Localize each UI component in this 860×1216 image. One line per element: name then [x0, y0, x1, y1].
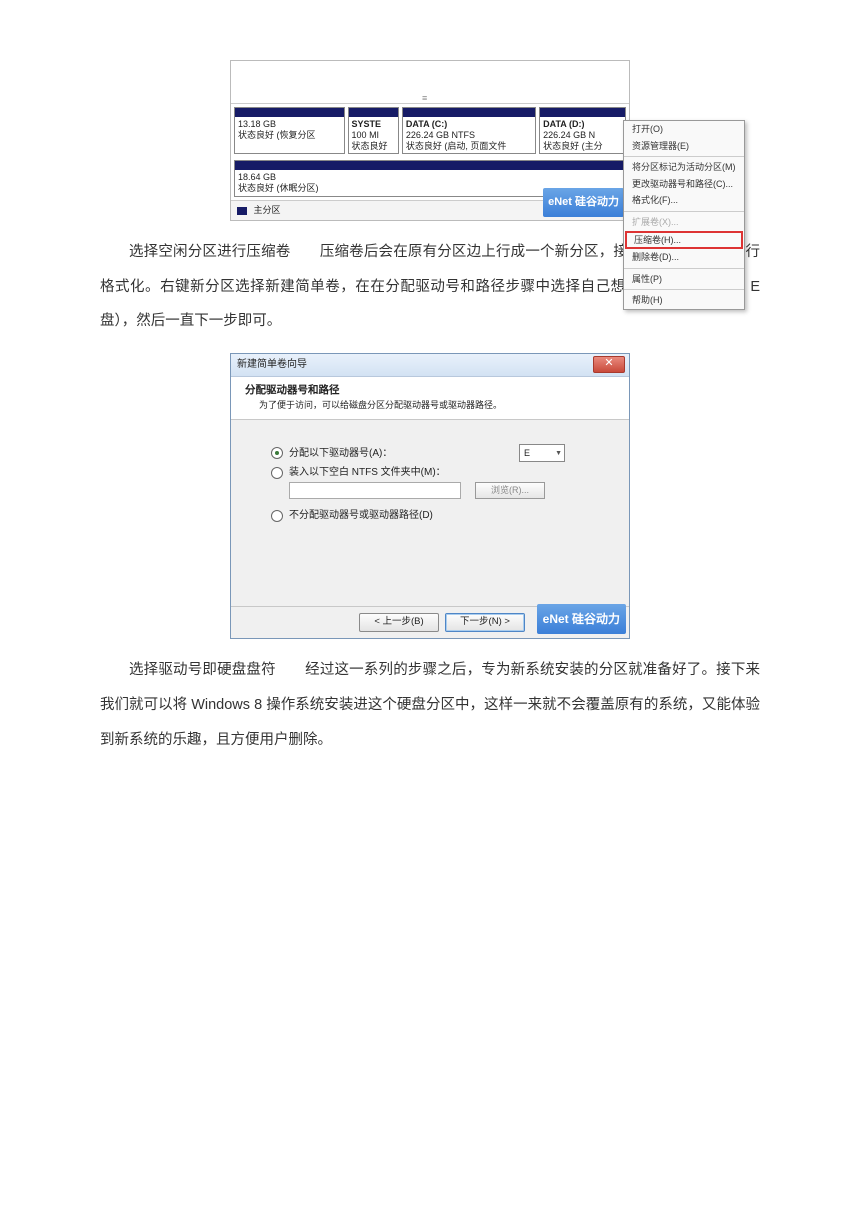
radio-row-none[interactable]: 不分配驱动器号或驱动器路径(D) [271, 509, 605, 523]
back-button[interactable]: < 上一步(B) [359, 613, 439, 632]
partition-system[interactable]: SYSTE 100 MI 状态良好 [348, 107, 399, 154]
wizard-body: 分配以下驱动器号(A)： E ▼ 装入以下空白 NTFS 文件夹中(M)： 浏览… [231, 420, 629, 606]
mount-path-input[interactable] [289, 482, 461, 499]
radio-row-mount[interactable]: 装入以下空白 NTFS 文件夹中(M)： [271, 466, 605, 480]
menu-item: 扩展卷(X)... [624, 214, 744, 231]
chevron-down-icon: ▼ [555, 449, 562, 458]
partition-size: 100 MI [352, 130, 395, 141]
partition-status: 状态良好 (主分 [543, 141, 622, 152]
radio-row-assign[interactable]: 分配以下驱动器号(A)： E ▼ [271, 444, 605, 462]
partition-size: 226.24 GB N [543, 130, 622, 141]
context-menu: 打开(O)资源管理器(E) 将分区标记为活动分区(M)更改驱动器号和路径(C)..… [623, 120, 745, 310]
partition-data-c[interactable]: DATA (C:) 226.24 GB NTFS 状态良好 (启动, 页面文件 [402, 107, 536, 154]
menu-separator [624, 289, 744, 290]
disk-row-0: 13.18 GB 状态良好 (恢复分区 SYSTE 100 MI 状态良好 DA… [231, 104, 629, 157]
menu-separator [624, 211, 744, 212]
menu-separator [624, 268, 744, 269]
partition-data-d[interactable]: DATA (D:) 226.24 GB N 状态良好 (主分 [539, 107, 626, 154]
next-button[interactable]: 下一步(N) > [445, 613, 525, 632]
partition-size: 18.64 GB [238, 172, 622, 183]
drive-letter-select[interactable]: E ▼ [519, 444, 565, 462]
browse-button[interactable]: 浏览(R)... [475, 482, 545, 498]
disk-list-pane [231, 61, 629, 104]
wizard-header-title: 分配驱动器号和路径 [245, 383, 615, 397]
radio-icon[interactable] [271, 510, 283, 522]
menu-item[interactable]: 更改驱动器号和路径(C)... [624, 176, 744, 193]
close-button[interactable]: ✕ [593, 356, 625, 373]
menu-item[interactable]: 资源管理器(E) [624, 138, 744, 155]
watermark: eNet 硅谷动力 [543, 188, 624, 216]
partition-status: 状态良好 (启动, 页面文件 [406, 141, 532, 152]
radio-label: 不分配驱动器号或驱动器路径(D) [289, 509, 433, 523]
wizard-title: 新建简单卷向导 [237, 358, 307, 372]
partition-recovery[interactable]: 13.18 GB 状态良好 (恢复分区 [234, 107, 345, 154]
menu-separator [624, 156, 744, 157]
wizard-header-subtitle: 为了便于访问，可以给磁盘分区分配驱动器号或驱动器路径。 [245, 399, 615, 411]
wizard-window: 新建简单卷向导 ✕ 分配驱动器号和路径 为了便于访问，可以给磁盘分区分配驱动器号… [230, 353, 630, 639]
radio-label: 装入以下空白 NTFS 文件夹中(M)： [289, 466, 446, 480]
article-paragraph-2: 选择驱动号即硬盘盘符 经过这一系列的步骤之后，专为新系统安装的分区就准备好了。接… [100, 653, 760, 757]
partition-title: DATA (C:) [406, 119, 532, 130]
disk-management-screenshot: 13.18 GB 状态良好 (恢复分区 SYSTE 100 MI 状态良好 DA… [230, 60, 630, 221]
menu-item[interactable]: 删除卷(D)... [624, 249, 744, 266]
wizard-titlebar: 新建简单卷向导 ✕ [231, 354, 629, 377]
partition-status: 状态良好 [352, 141, 395, 152]
wizard-header: 分配驱动器号和路径 为了便于访问，可以给磁盘分区分配驱动器号或驱动器路径。 [231, 377, 629, 420]
watermark: eNet 硅谷动力 [537, 604, 626, 635]
menu-item[interactable]: 帮助(H) [624, 292, 744, 309]
drive-letter-value: E [524, 447, 530, 459]
radio-label: 分配以下驱动器号(A)： [289, 447, 392, 461]
partition-size: 13.18 GB [238, 119, 341, 130]
partition-title: SYSTE [352, 119, 395, 130]
legend-label: 主分区 [254, 205, 281, 215]
menu-item-shrink-volume[interactable]: 压缩卷(H)... [625, 231, 743, 250]
wizard-screenshot: 新建简单卷向导 ✕ 分配驱动器号和路径 为了便于访问，可以给磁盘分区分配驱动器号… [230, 353, 630, 639]
menu-item[interactable]: 打开(O) [624, 121, 744, 138]
mount-path-row: 浏览(R)... [271, 482, 605, 499]
radio-icon[interactable] [271, 447, 283, 459]
radio-icon[interactable] [271, 467, 283, 479]
menu-item[interactable]: 格式化(F)... [624, 192, 744, 209]
partition-title: DATA (D:) [543, 119, 622, 130]
partition-size: 226.24 GB NTFS [406, 130, 532, 141]
partition-status: 状态良好 (恢复分区 [238, 130, 341, 141]
menu-item[interactable]: 将分区标记为活动分区(M) [624, 159, 744, 176]
menu-item[interactable]: 属性(P) [624, 271, 744, 288]
